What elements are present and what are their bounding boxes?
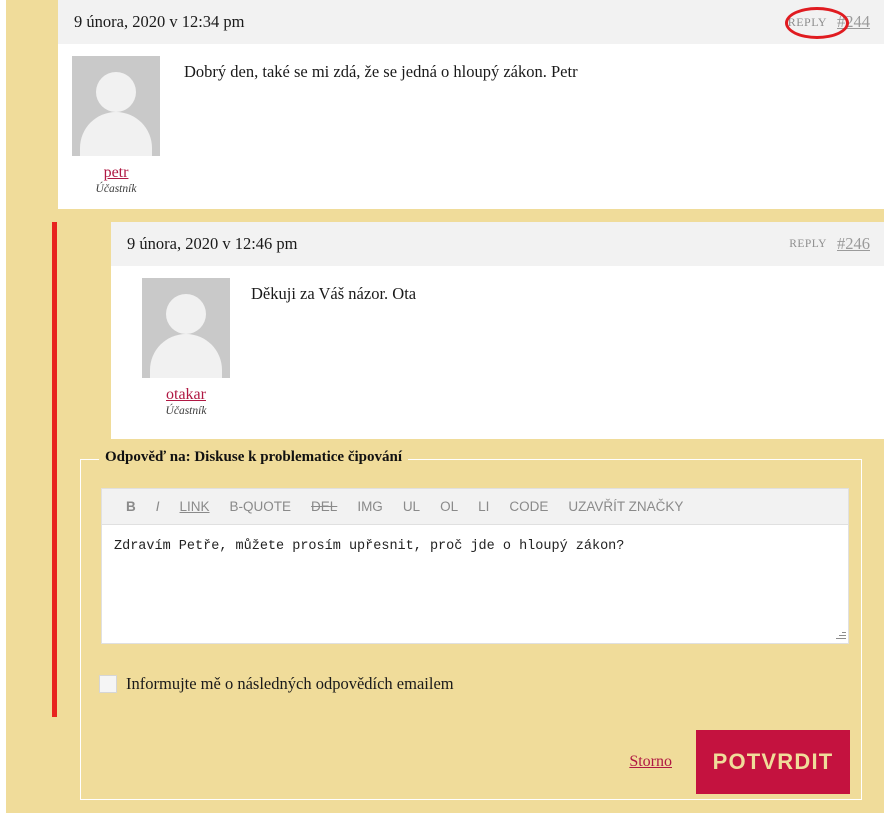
default-user-avatar-icon bbox=[72, 56, 160, 156]
reply-button[interactable]: REPLY bbox=[789, 238, 827, 250]
comment-author-link[interactable]: otakar bbox=[142, 386, 230, 404]
toolbar-link-button[interactable]: LINK bbox=[170, 499, 220, 514]
comment-nested-reply: 9 února, 2020 v 12:46 pm REPLY #246 otak… bbox=[111, 222, 884, 439]
comment-author-column: otakar Účastník bbox=[111, 278, 237, 417]
reply-form: Odpověď na: Diskuse k problematice čipov… bbox=[80, 449, 862, 800]
toolbar-close-tags-button[interactable]: UZAVŘÍT ZNAČKY bbox=[558, 499, 693, 514]
comment-body: petr Účastník Dobrý den, také se mi zdá,… bbox=[58, 44, 884, 209]
avatar-shoulders bbox=[150, 334, 222, 378]
comment-text: Dobrý den, také se mi zdá, že se jedná o… bbox=[184, 62, 578, 81]
toolbar-li-button[interactable]: LI bbox=[468, 499, 499, 514]
toolbar-ul-button[interactable]: UL bbox=[393, 499, 430, 514]
comment-textarea-value: Zdravím Petře, můžete prosím upřesnit, p… bbox=[114, 539, 625, 554]
toolbar-img-button[interactable]: IMG bbox=[347, 499, 393, 514]
editor-toolbar: B I LINK B-QUOTE DEL IMG UL OL LI CODE U… bbox=[101, 488, 849, 524]
toolbar-del-button[interactable]: DEL bbox=[301, 499, 347, 514]
avatar-head bbox=[166, 294, 206, 334]
toolbar-ol-button[interactable]: OL bbox=[430, 499, 468, 514]
comment-textarea[interactable]: Zdravím Petře, můžete prosím upřesnit, p… bbox=[101, 524, 849, 644]
default-user-avatar-icon bbox=[142, 278, 230, 378]
toolbar-bold-button[interactable]: B bbox=[116, 499, 146, 514]
toolbar-code-button[interactable]: CODE bbox=[499, 499, 558, 514]
comment-author-column: petr Účastník bbox=[58, 56, 184, 195]
comment-header: 9 února, 2020 v 12:46 pm REPLY #246 bbox=[111, 222, 884, 266]
toolbar-blockquote-button[interactable]: B-QUOTE bbox=[220, 499, 302, 514]
reply-form-legend: Odpověď na: Diskuse k problematice čipov… bbox=[99, 449, 409, 466]
comment-date: 9 února, 2020 v 12:34 pm bbox=[74, 12, 245, 31]
page-background: 9 února, 2020 v 12:34 pm REPLY #244 petr… bbox=[6, 0, 884, 813]
form-actions: Storno POTVRDIT bbox=[629, 730, 850, 794]
comment-editor: B I LINK B-QUOTE DEL IMG UL OL LI CODE U… bbox=[101, 488, 849, 644]
comment-author-link[interactable]: petr bbox=[72, 164, 160, 182]
comment-permalink[interactable]: #246 bbox=[837, 234, 870, 254]
comment-top-level: 9 února, 2020 v 12:34 pm REPLY #244 petr… bbox=[58, 0, 884, 209]
reply-button[interactable]: REPLY bbox=[788, 15, 827, 30]
cancel-link[interactable]: Storno bbox=[629, 753, 672, 771]
subscribe-label: Informujte mě o následných odpovědích em… bbox=[126, 674, 454, 693]
textarea-resize-grip[interactable] bbox=[834, 629, 846, 641]
submit-button[interactable]: POTVRDIT bbox=[696, 730, 850, 794]
avatar-head bbox=[96, 72, 136, 112]
toolbar-italic-button[interactable]: I bbox=[146, 499, 170, 514]
comment-header: 9 února, 2020 v 12:34 pm REPLY #244 bbox=[58, 0, 884, 44]
comment-text: Děkuji za Váš názor. Ota bbox=[251, 284, 417, 303]
thread-indicator-bar bbox=[52, 222, 57, 717]
comment-meta: REPLY #246 bbox=[789, 234, 870, 254]
comment-meta: REPLY #244 bbox=[788, 12, 870, 32]
subscribe-row: Informujte mě o následných odpovědích em… bbox=[99, 674, 454, 694]
comment-permalink[interactable]: #244 bbox=[837, 12, 870, 32]
subscribe-checkbox[interactable] bbox=[99, 675, 117, 693]
comment-date: 9 února, 2020 v 12:46 pm bbox=[127, 234, 298, 253]
comment-author-role: Účastník bbox=[95, 183, 137, 195]
comment-body: otakar Účastník Děkuji za Váš názor. Ota bbox=[111, 266, 884, 439]
avatar-shoulders bbox=[80, 112, 152, 156]
comment-author-role: Účastník bbox=[165, 405, 207, 417]
